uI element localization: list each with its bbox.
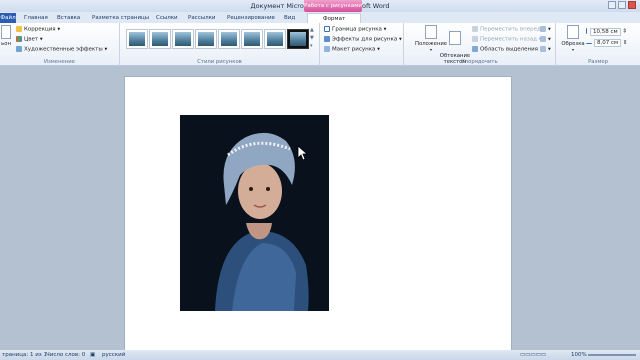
rotate-button[interactable]: ▾	[540, 46, 551, 54]
sun-icon	[16, 26, 22, 32]
bring-forward-button[interactable]: Переместить вперед ▾	[472, 26, 545, 34]
picture-effects-button[interactable]: Эффекты для рисунка ▾	[324, 36, 402, 44]
width-icon	[586, 41, 592, 44]
shape-width-field[interactable]: 8,07 см ⇕	[586, 39, 628, 47]
mouse-pointer-icon	[297, 145, 309, 161]
minimize-button[interactable]	[608, 1, 616, 9]
picture-effects-icon	[324, 36, 330, 42]
zoom-slider[interactable]	[588, 354, 636, 356]
tab-page-layout[interactable]: Разметка страницы	[92, 13, 149, 23]
tab-references[interactable]: Ссылки	[156, 13, 178, 23]
context-group-picture-tools: Работа с рисунками	[304, 0, 362, 12]
picture-style-preview	[129, 32, 145, 46]
artistic-effects-button[interactable]: Художественные эффекты ▾	[16, 46, 107, 54]
status-word-count[interactable]: Число слов: 0	[46, 350, 85, 360]
corrections-button[interactable]: Коррекция ▾	[16, 26, 60, 34]
picture-style-preview	[267, 32, 283, 46]
group-picture-styles: ▲ ▼ ▾ Стили рисунков	[120, 23, 320, 66]
picture-style-thumb[interactable]	[241, 29, 263, 49]
color-button[interactable]: Цвет ▾	[16, 36, 43, 44]
shape-width-value[interactable]: 8,07 см	[594, 39, 622, 47]
group-picture-style-options: Граница рисунка ▾ Эффекты для рисунка ▾ …	[320, 23, 404, 66]
group-size: Обрезка ▾ 10,58 см ⇕ 8,07 см ⇕ Размер	[556, 23, 640, 66]
document-page[interactable]	[124, 76, 512, 356]
ribbon-tabs: Файл Главная Вставка Разметка страницы С…	[0, 12, 640, 23]
picture-style-preview	[244, 32, 260, 46]
artistic-effects-icon	[16, 46, 22, 52]
align-button[interactable]: ▾	[540, 26, 551, 34]
group-label-adjust: Изменение	[44, 59, 75, 65]
selection-pane-button[interactable]: Область выделения	[472, 46, 538, 54]
send-backward-icon	[472, 36, 478, 42]
picture-style-preview	[290, 32, 306, 46]
align-icon	[540, 26, 546, 32]
shape-height-field[interactable]: 10,58 см ⇕	[586, 27, 627, 36]
remove-background-label: ьон	[1, 41, 11, 47]
rotate-icon	[540, 46, 546, 52]
picture-border-icon	[324, 26, 330, 32]
status-zoom-level[interactable]: 100%	[571, 350, 587, 360]
crop-button[interactable]: Обрезка ▾	[560, 25, 586, 53]
gallery-scroll-down-icon[interactable]: ▼	[310, 35, 314, 42]
picture-border-button[interactable]: Граница рисунка ▾	[324, 26, 386, 34]
picture-style-thumb[interactable]	[195, 29, 217, 49]
crop-icon	[567, 25, 579, 39]
height-icon	[586, 28, 588, 34]
group-label-size: Размер	[588, 59, 608, 65]
picture-style-thumb[interactable]	[172, 29, 194, 49]
picture-style-thumb[interactable]	[218, 29, 240, 49]
selection-pane-icon	[472, 46, 478, 52]
group-label-picture-styles: Стили рисунков	[197, 59, 242, 65]
status-language[interactable]: русский	[102, 350, 125, 360]
send-backward-button[interactable]: Переместить назад ▾	[472, 36, 542, 44]
gallery-more-icon[interactable]: ▾	[310, 43, 313, 50]
maximize-button[interactable]	[618, 1, 626, 9]
spelling-check-icon[interactable]: ▣	[90, 350, 95, 360]
color-icon	[16, 36, 22, 42]
tab-mailings[interactable]: Рассылки	[188, 13, 216, 23]
status-page[interactable]: траница: 1 из 1	[2, 350, 47, 360]
picture-style-thumb[interactable]	[287, 29, 309, 49]
close-button[interactable]	[628, 1, 636, 9]
gallery-scroll-up-icon[interactable]: ▲	[310, 27, 314, 34]
picture-style-preview	[198, 32, 214, 46]
tab-home[interactable]: Главная	[24, 13, 48, 23]
picture-layout-icon	[324, 46, 330, 52]
shape-height-value[interactable]: 10,58 см	[590, 27, 621, 36]
tab-format[interactable]: Формат	[307, 13, 361, 23]
group-label-arrange: Упорядочить	[461, 59, 498, 65]
view-buttons-icon[interactable]: ▭▭▭▭▭	[520, 350, 546, 360]
picture-layout-button[interactable]: Макет рисунка ▾	[324, 46, 380, 54]
group-arrange: Положение ▾ Обтекание текстом Переместит…	[404, 23, 556, 66]
picture-style-preview	[221, 32, 237, 46]
tab-view[interactable]: Вид	[284, 13, 295, 23]
group-button[interactable]: ▾	[540, 36, 551, 44]
wrap-text-icon	[449, 31, 461, 45]
group-objects-icon	[540, 36, 546, 42]
picture-style-preview	[175, 32, 191, 46]
tab-review[interactable]: Рецензирование	[227, 13, 275, 23]
document-area	[0, 66, 640, 356]
window-controls	[608, 1, 636, 9]
bring-forward-icon	[472, 26, 478, 32]
picture-style-preview	[152, 32, 168, 46]
picture-style-thumb[interactable]	[149, 29, 171, 49]
ribbon: ьон Коррекция ▾ Цвет ▾ Художественные эф…	[0, 23, 640, 66]
picture-style-thumb[interactable]	[264, 29, 286, 49]
position-icon	[425, 25, 437, 39]
tab-file[interactable]: Файл	[0, 13, 16, 23]
remove-background-icon	[1, 25, 11, 39]
remove-background-button[interactable]: ьон	[0, 25, 12, 47]
tab-insert[interactable]: Вставка	[57, 13, 80, 23]
group-adjust: ьон Коррекция ▾ Цвет ▾ Художественные эф…	[0, 23, 120, 66]
status-bar: траница: 1 из 1 Число слов: 0 ▣ русский …	[0, 350, 640, 360]
title-bar: Документ Microsoft Word - Microsoft Word…	[0, 0, 640, 12]
picture-style-thumb[interactable]	[126, 29, 148, 49]
